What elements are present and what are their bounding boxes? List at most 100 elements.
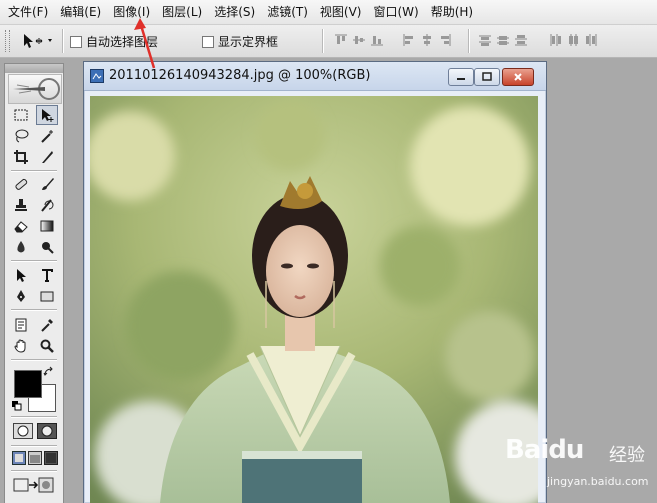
shape-tool[interactable]: [36, 286, 58, 306]
distribute-top-icon[interactable]: [478, 33, 492, 47]
distribute-right-icon[interactable]: [584, 33, 598, 47]
options-bar-grip[interactable]: [5, 30, 10, 52]
eraser-tool[interactable]: [10, 216, 32, 236]
marquee-tool[interactable]: [10, 105, 32, 125]
notes-tool[interactable]: [10, 315, 32, 335]
menu-view[interactable]: 视图(V): [314, 0, 368, 24]
align-buttons-horizontal: [402, 33, 452, 47]
minimize-icon: [457, 78, 465, 80]
watermark-brand: Baidu: [505, 435, 584, 465]
eyedropper-tool[interactable]: [36, 315, 58, 335]
path-selection-tool[interactable]: [10, 265, 32, 285]
gradient-tool[interactable]: [36, 216, 58, 236]
slice-tool[interactable]: [36, 147, 58, 167]
tool-preset-picker[interactable]: [18, 31, 58, 51]
image-canvas[interactable]: [90, 96, 538, 503]
brush-tool[interactable]: [36, 174, 58, 194]
photoshop-logo[interactable]: [8, 74, 62, 104]
brush-icon: [42, 178, 54, 190]
options-separator: [322, 29, 324, 53]
crop-tool[interactable]: [10, 147, 32, 167]
photoshop-document-icon: [90, 69, 104, 83]
eraser-icon: [14, 221, 28, 233]
options-separator: [62, 29, 64, 53]
minimize-button[interactable]: [448, 68, 474, 86]
toolbox-separator: [11, 260, 57, 262]
slice-knife-icon: [42, 151, 53, 163]
distribute-vcenter-icon[interactable]: [496, 33, 510, 47]
screen-mode-icon: [12, 451, 26, 465]
standard-screen-mode[interactable]: [12, 451, 26, 468]
portrait-photo: [90, 96, 538, 503]
clone-stamp-tool[interactable]: [10, 195, 32, 215]
menu-help[interactable]: 帮助(H): [425, 0, 479, 24]
screen-mode-icon: [44, 451, 58, 465]
swap-colors-icon[interactable]: [43, 366, 55, 381]
default-colors-icon[interactable]: [12, 400, 22, 414]
align-buttons: [334, 33, 384, 47]
watermark-url: jingyan.baidu.com: [547, 475, 649, 488]
move-tool-icon: [24, 34, 52, 48]
fullscreen-mode[interactable]: [44, 451, 58, 468]
move-arrow-icon: [42, 109, 54, 122]
align-top-icon[interactable]: [334, 33, 348, 47]
note-icon: [15, 318, 27, 332]
close-button[interactable]: [502, 68, 534, 86]
lasso-icon: [15, 129, 29, 143]
align-bottom-icon[interactable]: [370, 33, 384, 47]
distribute-hcenter-icon[interactable]: [566, 33, 580, 47]
eyedropper-icon: [41, 319, 53, 332]
zoom-tool[interactable]: [36, 336, 58, 356]
feather-logo-icon: [13, 78, 60, 100]
toolbox-title-bar[interactable]: [5, 64, 63, 73]
show-bounding-box-checkbox[interactable]: [202, 35, 214, 48]
move-tool[interactable]: [36, 105, 58, 125]
screen-mode-icon: [28, 451, 42, 465]
magic-wand-tool[interactable]: [36, 126, 58, 146]
healing-brush-tool[interactable]: [10, 174, 32, 194]
align-left-icon[interactable]: [402, 33, 416, 47]
options-bar: 自动选择图层 显示定界框: [0, 25, 657, 58]
maximize-button[interactable]: [474, 68, 500, 86]
toolbox-separator: [11, 445, 57, 447]
distribute-left-icon[interactable]: [548, 33, 562, 47]
pen-tool[interactable]: [10, 286, 32, 306]
menu-filter[interactable]: 滤镜(T): [261, 0, 314, 24]
stamp-icon: [15, 199, 27, 211]
auto-select-layer-checkbox[interactable]: [70, 35, 82, 48]
menu-file[interactable]: 文件(F): [0, 0, 54, 24]
fullscreen-menu-mode[interactable]: [28, 451, 42, 468]
type-tool[interactable]: [36, 265, 58, 285]
menu-edit[interactable]: 编辑(E): [54, 0, 107, 24]
history-brush-tool[interactable]: [36, 195, 58, 215]
type-t-icon: [42, 269, 53, 282]
show-bounding-box-option[interactable]: 显示定界框: [202, 33, 278, 50]
water-drop-icon: [17, 241, 25, 253]
menu-window[interactable]: 窗口(W): [367, 0, 424, 24]
dodge-tool[interactable]: [36, 237, 58, 257]
dodge-icon: [42, 242, 54, 254]
arrow-select-icon: [17, 269, 26, 282]
gradient-icon: [40, 220, 54, 232]
rect-marquee-icon: [14, 109, 28, 121]
quick-mask-button[interactable]: [37, 423, 57, 442]
crop-icon: [14, 150, 28, 164]
history-brush-icon: [41, 199, 54, 212]
distribute-bottom-icon[interactable]: [514, 33, 528, 47]
annotation-arrow: [134, 18, 156, 69]
toolbox-separator: [11, 359, 57, 361]
blur-tool[interactable]: [10, 237, 32, 257]
jump-to-imageready-button[interactable]: [13, 476, 55, 499]
align-vcenter-icon[interactable]: [352, 33, 366, 47]
lasso-tool[interactable]: [10, 126, 32, 146]
align-hcenter-icon[interactable]: [420, 33, 434, 47]
menu-select[interactable]: 选择(S): [208, 0, 261, 24]
standard-mode-button[interactable]: [13, 423, 33, 442]
rectangle-shape-icon: [40, 291, 54, 302]
align-right-icon[interactable]: [438, 33, 452, 47]
hand-icon: [14, 339, 26, 353]
foreground-color-swatch[interactable]: [14, 370, 42, 398]
quick-mask-icon: [37, 423, 57, 439]
maximize-icon: [482, 72, 492, 81]
hand-tool[interactable]: [10, 336, 32, 356]
